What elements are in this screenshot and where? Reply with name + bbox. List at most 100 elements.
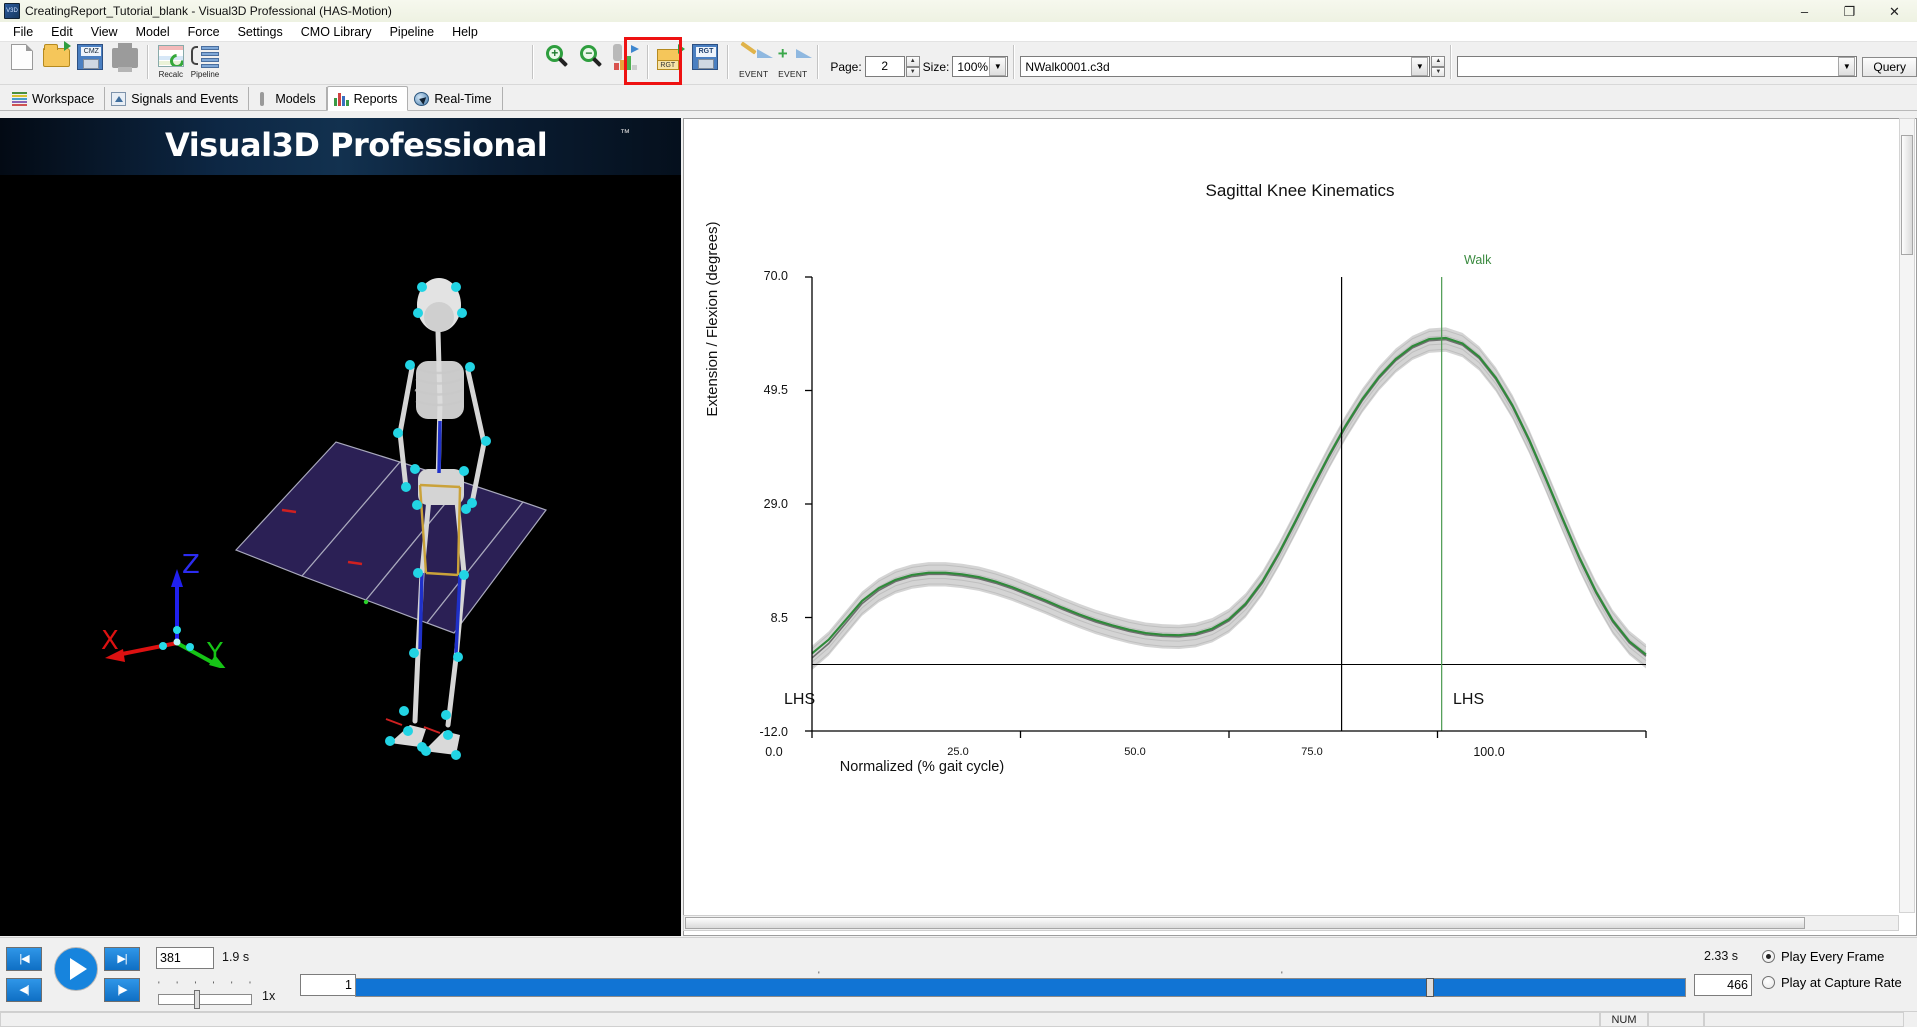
tab-reports[interactable]: Reports [326, 86, 409, 111]
status-message-cell [0, 1012, 1600, 1027]
add-event-button[interactable]: + EVENT [773, 42, 812, 83]
tab-workspace[interactable]: Workspace [6, 87, 106, 110]
pipeline-label: Pipeline [190, 70, 220, 79]
play-button[interactable] [54, 947, 98, 991]
report-vscroll-thumb[interactable] [1901, 135, 1913, 255]
last-frame-button[interactable]: ▶| [104, 947, 140, 971]
skeleton-model [385, 278, 491, 760]
size-label: Size: [922, 59, 950, 74]
rgt-folder-label: RGT [656, 60, 679, 70]
close-button[interactable]: ✕ [1872, 0, 1917, 22]
zoom-in-icon: + [541, 44, 571, 70]
open-file-button[interactable] [39, 41, 73, 83]
create-report-button[interactable] [608, 42, 642, 83]
tab-models[interactable]: Models [249, 87, 327, 110]
start-frame-input[interactable]: 1 [300, 974, 356, 996]
speed-slider-track[interactable] [158, 994, 252, 1005]
speed-slider-thumb[interactable] [194, 990, 200, 1009]
end-time-label: 2.33 s [1704, 949, 1739, 963]
3d-viewport[interactable]: Visual3D Professional ™ Z X Y [0, 118, 681, 936]
page-controls: Page: 2 ▲ ▼ Size: 100% ▼ [824, 42, 1009, 83]
menu-settings[interactable]: Settings [229, 23, 292, 41]
timeline-tick-left: ' [818, 970, 820, 980]
toolbar-separator-2 [532, 45, 535, 79]
num-lock-indicator: NUM [1600, 1012, 1648, 1027]
print-button[interactable] [108, 42, 142, 83]
zoom-in-button[interactable]: + [539, 42, 573, 83]
new-document-button[interactable] [5, 42, 39, 83]
file-selector-group: NWalk0001.c3d ▼ ▲ ▼ [1020, 42, 1446, 83]
play-capture-rate-label: Play at Capture Rate [1781, 975, 1902, 990]
menu-edit[interactable]: Edit [42, 23, 82, 41]
title-bar: V3D CreatingReport_Tutorial_blank - Visu… [0, 0, 1917, 22]
edit-event-icon [739, 41, 773, 70]
status-cell-3 [1704, 1012, 1904, 1027]
menu-view[interactable]: View [82, 23, 127, 41]
page-input[interactable]: 2 [864, 56, 905, 77]
report-panel[interactable]: Sagittal Knee Kinematics Extension / Fle… [683, 118, 1917, 936]
add-event-icon: + [778, 44, 812, 70]
menu-model[interactable]: Model [127, 23, 179, 41]
save-cmz-button[interactable]: CMZ [73, 42, 107, 83]
play-every-frame-label: Play Every Frame [1781, 949, 1885, 964]
first-frame-button[interactable]: |◀ [6, 947, 42, 971]
menu-cmo-library[interactable]: CMO Library [292, 23, 381, 41]
query-chevron-down-icon[interactable]: ▼ [1838, 57, 1856, 76]
window-controls: – ❐ ✕ [1782, 0, 1917, 22]
workspace-icon [12, 91, 27, 106]
report-horizontal-scrollbar[interactable] [683, 915, 1899, 931]
play-every-frame-radio-dot[interactable] [1762, 950, 1775, 963]
play-capture-rate-radio[interactable]: Play at Capture Rate [1762, 975, 1902, 990]
pipeline-button[interactable]: Pipeline [188, 42, 222, 83]
tab-realtime-label: Real-Time [434, 91, 492, 106]
recalc-button[interactable]: Recalc [154, 42, 188, 83]
file-spin-up[interactable]: ▲ [1431, 56, 1446, 67]
speed-label: 1x [262, 989, 276, 1003]
save-rgt-button[interactable]: RGT [688, 42, 722, 83]
timeline-slider[interactable]: ' ' [355, 970, 1686, 997]
zoom-out-button[interactable]: − [573, 42, 607, 83]
page-spin-up[interactable]: ▲ [905, 56, 920, 67]
add-event-label: EVENT [778, 69, 808, 79]
maximize-button[interactable]: ❐ [1827, 0, 1872, 22]
timeline-cursor[interactable] [1426, 978, 1434, 997]
play-every-frame-radio[interactable]: Play Every Frame [1762, 949, 1884, 964]
app-icon: V3D [4, 3, 20, 19]
tab-real-time[interactable]: Real-Time [408, 87, 503, 110]
menu-file[interactable]: File [4, 23, 42, 41]
next-frame-button[interactable]: |▶ [104, 978, 140, 1002]
query-combo[interactable]: ▼ [1457, 56, 1858, 77]
page-spinner[interactable]: ▲ ▼ [905, 56, 920, 77]
report-vertical-scrollbar[interactable] [1899, 118, 1915, 913]
open-rgt-icon: RGT [656, 44, 686, 70]
open-rgt-button[interactable]: RGT [654, 42, 688, 83]
play-capture-rate-radio-dot[interactable] [1762, 976, 1775, 989]
query-button[interactable]: Query [1862, 56, 1917, 77]
end-frame-input[interactable]: 466 [1694, 974, 1752, 996]
tab-signals-and-events[interactable]: Signals and Events [105, 87, 250, 110]
file-spinner[interactable]: ▲ ▼ [1431, 56, 1446, 77]
page-spin-down[interactable]: ▼ [905, 66, 920, 77]
size-combo[interactable]: 100% ▼ [952, 56, 1009, 77]
toolbar-separator-5 [817, 45, 820, 79]
chart-plot-area[interactable] [684, 119, 1917, 819]
models-icon [255, 91, 270, 106]
save-rgt-icon: RGT [690, 44, 720, 70]
current-frame-input[interactable]: 381 [156, 947, 214, 969]
report-hscroll-thumb[interactable] [685, 917, 1805, 929]
svg-text:X: X [101, 626, 119, 656]
minimize-button[interactable]: – [1782, 0, 1827, 22]
prev-frame-button[interactable]: ◀| [6, 978, 42, 1002]
file-chevron-down-icon[interactable]: ▼ [1411, 57, 1429, 76]
menu-pipeline[interactable]: Pipeline [381, 23, 443, 41]
file-combo[interactable]: NWalk0001.c3d ▼ [1020, 56, 1431, 77]
create-report-icon [610, 44, 640, 70]
menu-force[interactable]: Force [179, 23, 229, 41]
size-chevron-down-icon[interactable]: ▼ [989, 57, 1007, 76]
file-spin-down[interactable]: ▼ [1431, 66, 1446, 77]
page-label: Page: [830, 59, 862, 74]
menu-help[interactable]: Help [443, 23, 487, 41]
playback-bar: |◀ ◀| ▶| |▶ 381 1.9 s ' ' ' ' ' ' 1x 1 2… [0, 937, 1917, 1011]
tab-workspace-label: Workspace [32, 91, 95, 106]
edit-event-button[interactable]: EVENT [734, 41, 773, 83]
